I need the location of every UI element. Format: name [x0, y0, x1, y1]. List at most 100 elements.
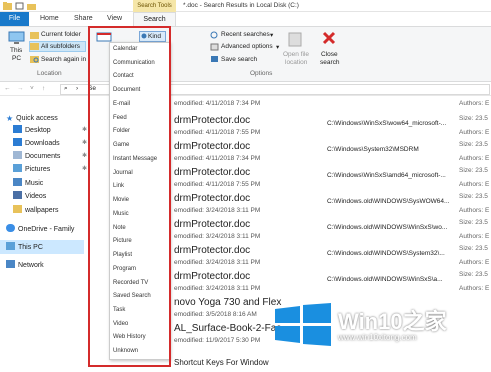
- nav-label: Quick access: [16, 115, 58, 122]
- nav-videos[interactable]: Videos: [13, 190, 46, 203]
- row-date: emodified: 4/11/2018 7:55 PM: [174, 181, 261, 188]
- row-path: C:\Windows\WinSxS\wow64_microsoft-...: [327, 120, 447, 127]
- row-path: C:\Windows.old\WINDOWS\WinSxS\a...: [327, 276, 443, 283]
- tab-search[interactable]: Search: [133, 12, 176, 26]
- row-path: C:\Windows.old\WINDOWS\SysWOW64...: [327, 198, 450, 205]
- windows-logo-icon: [275, 303, 331, 346]
- row-date: emodified: 4/11/2018 7:34 PM: [174, 100, 261, 107]
- new-folder-icon[interactable]: [27, 2, 36, 10]
- chevron-down-icon: ▾: [276, 44, 280, 51]
- current-folder-icon: [30, 32, 39, 39]
- nav-downloads[interactable]: Downloads: [13, 137, 60, 150]
- row-meta: Authors: E: [459, 285, 490, 292]
- forward-arrow-icon[interactable]: →: [17, 85, 24, 92]
- pictures-icon: [13, 164, 22, 172]
- properties-icon[interactable]: [15, 2, 24, 10]
- row-meta: Authors: E: [459, 100, 490, 107]
- search-tools-context-header: Search Tools: [133, 0, 176, 12]
- options-group-label: Options: [250, 70, 273, 77]
- row-date: emodified: 4/11/2018 7:55 PM: [174, 129, 261, 136]
- row-name: drmProtector.doc: [174, 245, 251, 256]
- nav-documents[interactable]: Documents: [13, 150, 60, 163]
- tab-share[interactable]: Share: [74, 12, 93, 26]
- row-meta: Size: 23.5: [459, 193, 488, 200]
- row-name: drmProtector.doc: [174, 193, 251, 204]
- close-search-label[interactable]: search: [320, 59, 340, 66]
- row-meta: Authors: E: [459, 181, 490, 188]
- search-results-icon: ⌕: [64, 85, 68, 92]
- up-arrow-icon[interactable]: ↑: [42, 85, 45, 92]
- row-path: C:\Windows\System32\MSDRM: [327, 146, 419, 153]
- row-name: drmProtector.doc: [174, 219, 251, 230]
- window-title: *.doc - Search Results in Local Disk (C:…: [183, 2, 299, 9]
- row-date: emodified: 3/5/2018 8:16 AM: [174, 311, 257, 318]
- row-name: drmProtector.doc: [174, 141, 251, 152]
- row-meta: Size: 23.5: [459, 115, 488, 122]
- breadcrumb-chevron: ›: [76, 85, 79, 92]
- nav-music[interactable]: Music: [13, 177, 43, 190]
- tab-view[interactable]: View: [107, 12, 122, 26]
- nav-label: Network: [18, 262, 44, 269]
- open-file-location-icon[interactable]: [288, 30, 302, 48]
- nav-label: Music: [25, 180, 44, 187]
- music-icon: [13, 178, 22, 186]
- search-again-icon: [30, 56, 39, 63]
- tab-home[interactable]: Home: [40, 12, 59, 26]
- watermark-url: www.win10xitong.com: [338, 333, 417, 342]
- open-file-location-label[interactable]: location: [285, 59, 307, 66]
- this-pc-icon[interactable]: [8, 31, 25, 45]
- all-subfolders-button[interactable]: All subfolders: [41, 43, 80, 50]
- nav-pictures[interactable]: Pictures: [13, 163, 50, 176]
- nav-label: Desktop: [25, 127, 51, 134]
- chevron-down-icon: ▾: [270, 32, 274, 39]
- folder-icon: [3, 2, 12, 10]
- back-arrow-icon[interactable]: ←: [4, 85, 11, 92]
- advanced-options-button[interactable]: Advanced options: [221, 43, 273, 50]
- close-label[interactable]: Close: [321, 51, 338, 58]
- this-pc-label[interactable]: This: [10, 47, 22, 54]
- row-path: C:\Windows.old\WINDOWS\WinSxS\wo...: [327, 224, 448, 231]
- desktop-icon: [13, 125, 22, 133]
- nav-this-pc[interactable]: This PC: [6, 241, 43, 254]
- network-icon: [6, 260, 15, 268]
- row-meta: Size: 23.5: [459, 271, 488, 278]
- row-meta: Size: 23.5: [459, 141, 488, 148]
- row-meta: Size: 23.5: [459, 219, 488, 226]
- nav-desktop[interactable]: Desktop: [13, 124, 51, 137]
- row-meta: Authors: E: [459, 207, 490, 214]
- row-date: emodified: 3/24/2018 3:11 PM: [174, 207, 261, 214]
- videos-icon: [13, 191, 22, 199]
- row-meta: Authors: E: [459, 155, 490, 162]
- highlight-box: [88, 26, 171, 367]
- save-search-icon: [211, 56, 218, 62]
- close-search-icon[interactable]: [322, 31, 336, 45]
- search-again-button[interactable]: Search again in: [41, 56, 86, 63]
- nav-onedrive[interactable]: OneDrive - Family: [6, 223, 74, 236]
- row-meta: Size: 23.5: [459, 245, 488, 252]
- row-meta: Authors: E: [459, 129, 490, 136]
- row-name: AL_Surface-Book-2-Fac: [174, 323, 282, 334]
- row-date: emodified: 11/9/2017 5:30 PM: [174, 337, 261, 344]
- row-meta: Size: 23.5: [459, 167, 488, 174]
- nav-wallpapers[interactable]: wallpapers: [13, 204, 58, 217]
- advanced-options-icon: [210, 43, 219, 51]
- download-icon: [13, 138, 22, 146]
- recent-searches-button[interactable]: Recent searches: [221, 31, 270, 38]
- nav-label: This PC: [18, 244, 43, 251]
- tab-file[interactable]: File: [0, 12, 29, 26]
- nav-label: wallpapers: [25, 207, 59, 214]
- save-search-button[interactable]: Save search: [221, 56, 257, 63]
- current-folder-button[interactable]: Current folder: [41, 31, 81, 38]
- open-file-label[interactable]: Open file: [283, 51, 309, 58]
- watermark-cn-text: 之家: [402, 309, 447, 334]
- this-pc-label-2[interactable]: PC: [12, 55, 21, 62]
- nav-network[interactable]: Network: [6, 259, 44, 272]
- row-date: emodified: 3/24/2018 3:11 PM: [174, 259, 261, 266]
- cloud-icon: [6, 224, 15, 232]
- nav-label: Documents: [25, 153, 61, 160]
- nav-label: Pictures: [25, 166, 51, 173]
- row-name: drmProtector.doc: [174, 271, 251, 282]
- nav-label: OneDrive - Family: [18, 226, 75, 233]
- row-path: C:\Windows.old\WINDOWS\System32\...: [327, 250, 445, 257]
- recent-locations-icon[interactable]: ˅: [30, 85, 34, 92]
